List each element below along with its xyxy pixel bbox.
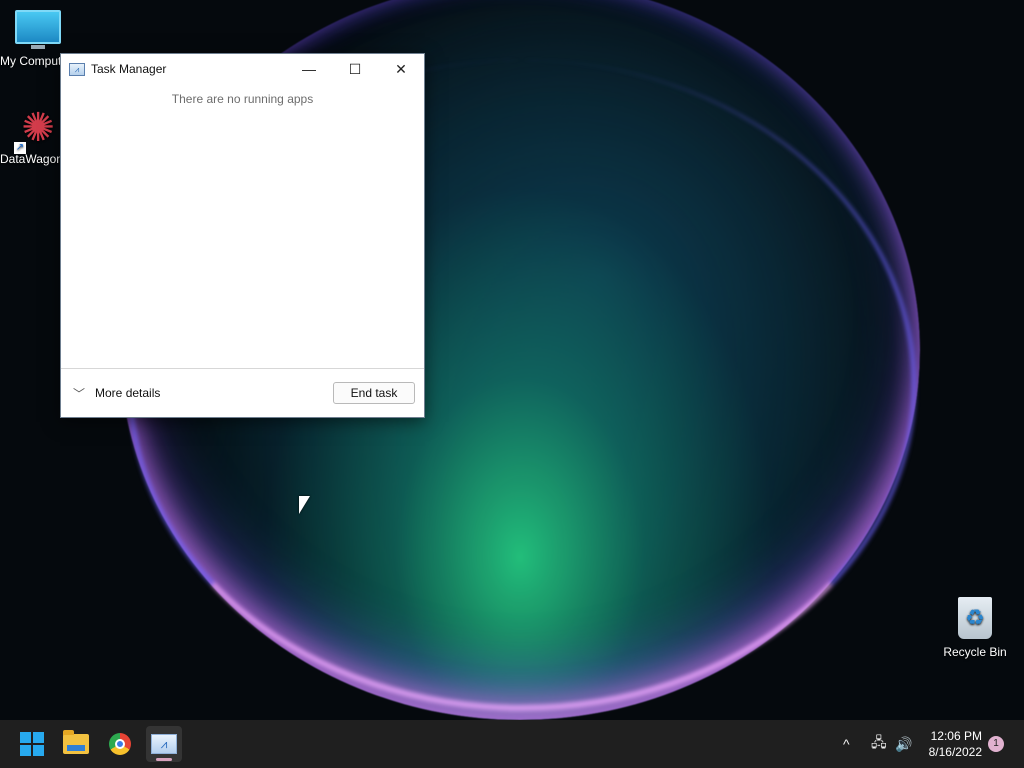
empty-state-message: There are no running apps bbox=[171, 92, 314, 106]
task-manager-icon: ⩘ bbox=[151, 734, 177, 754]
desktop-icon-label: Recycle Bin bbox=[943, 645, 1007, 659]
desktop-icon-recycle-bin[interactable]: ♻ Recycle Bin bbox=[937, 597, 1013, 659]
maximize-icon: ☐ bbox=[348, 60, 362, 77]
chrome-icon bbox=[109, 733, 131, 755]
notification-badge[interactable]: 1 bbox=[988, 736, 1004, 752]
desktop: My Computer ✺↗ DataWagon ♻ Recycle Bin ⩘… bbox=[0, 0, 1024, 768]
title-bar[interactable]: ⩘ Task Manager — ☐ ✕ bbox=[61, 54, 424, 84]
minimize-icon: — bbox=[302, 61, 316, 77]
more-details-label: More details bbox=[95, 386, 161, 400]
tray-show-hidden[interactable]: ^ bbox=[843, 720, 850, 768]
chevron-down-icon: ﹀ bbox=[73, 386, 86, 401]
taskbar-chrome[interactable] bbox=[102, 726, 138, 762]
more-details-toggle[interactable]: ﹀ More details bbox=[73, 385, 160, 402]
taskbar-clock[interactable]: 12:06 PM 8/16/2022 bbox=[929, 728, 982, 760]
windows-start-icon bbox=[20, 732, 44, 756]
clock-date: 8/16/2022 bbox=[928, 745, 982, 759]
clock-time: 12:06 PM bbox=[930, 729, 982, 743]
task-manager-icon: ⩘ bbox=[69, 62, 85, 76]
minimize-button[interactable]: — bbox=[286, 54, 332, 84]
desktop-icon-label: My Computer bbox=[0, 54, 60, 68]
taskbar: ⩘ ^ 🖧 🔊 12:06 PM 8/16/2022 1 bbox=[0, 720, 1024, 768]
close-icon: ✕ bbox=[395, 60, 407, 77]
maximize-button[interactable]: ☐ bbox=[332, 54, 378, 84]
folder-icon bbox=[63, 730, 89, 754]
end-task-button[interactable]: End task bbox=[333, 382, 415, 404]
desktop-icon-label: DataWagon bbox=[0, 152, 60, 166]
window-title: Task Manager bbox=[91, 62, 167, 76]
taskbar-task-manager[interactable]: ⩘ bbox=[146, 726, 182, 762]
network-icon: 🖧 bbox=[871, 734, 887, 750]
recycle-bin-icon: ♻ bbox=[958, 597, 992, 639]
chevron-up-icon: ^ bbox=[843, 736, 850, 752]
tray-volume[interactable]: 🔊 bbox=[895, 720, 912, 768]
mouse-cursor-icon bbox=[299, 496, 310, 514]
shortcut-arrow-icon: ↗ bbox=[14, 142, 26, 154]
taskbar-file-explorer[interactable] bbox=[58, 726, 94, 762]
window-footer: ﹀ More details End task bbox=[61, 368, 424, 417]
datawagon-icon: ✺ ↗ bbox=[14, 106, 55, 154]
taskbar-start-button[interactable] bbox=[14, 726, 50, 762]
speaker-icon: 🔊 bbox=[895, 735, 913, 752]
monitor-icon bbox=[15, 10, 61, 49]
close-button[interactable]: ✕ bbox=[378, 54, 424, 84]
tray-network[interactable]: 🖧 bbox=[871, 720, 887, 768]
end-task-label: End task bbox=[350, 386, 398, 400]
task-manager-window: ⩘ Task Manager — ☐ ✕ There are no runnin… bbox=[60, 53, 425, 418]
